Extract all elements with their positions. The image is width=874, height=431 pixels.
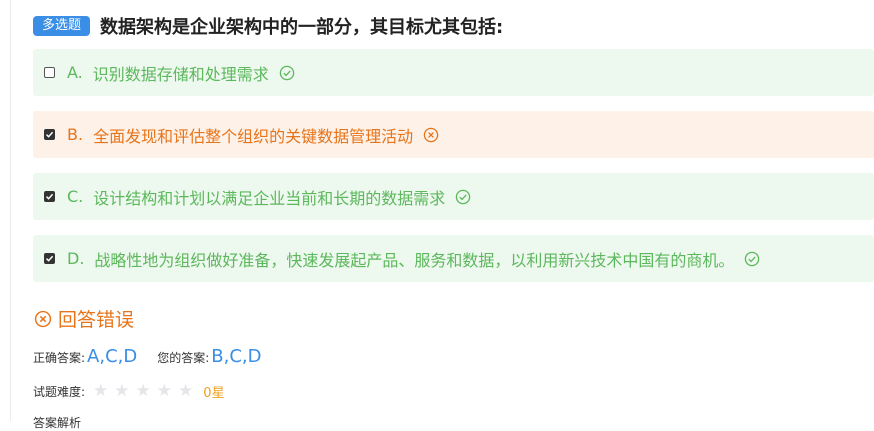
close-circle-icon — [34, 310, 52, 328]
star-icon: ★ — [135, 381, 151, 401]
difficulty-label: 试题难度: — [33, 385, 86, 399]
your-answer-label: 您的答案: — [157, 351, 210, 365]
option-text: 识别数据存储和处理需求 — [92, 64, 269, 84]
option-text: 战略性地为组织做好准备，快速发展起产品、服务和数据，以利用新兴技术中国有的商机。 — [94, 250, 735, 270]
option-a[interactable]: A. 识别数据存储和处理需求 — [33, 49, 874, 96]
option-letter: B. — [67, 125, 84, 144]
question-header: 多选题 数据架构是企业架构中的一部分，其目标尤其包括: — [33, 13, 503, 39]
star-icon: ★ — [93, 381, 109, 401]
difficulty-row: 试题难度: ★ ★ ★ ★ ★ 0星 — [33, 382, 225, 402]
option-b[interactable]: B. 全面发现和评估整个组织的关键数据管理活动 — [33, 111, 874, 158]
option-c[interactable]: C. 设计结构和计划以满足企业当前和长期的数据需求 — [33, 173, 874, 220]
check-circle-icon — [744, 251, 760, 267]
option-text: 全面发现和评估整个组织的关键数据管理活动 — [93, 126, 414, 146]
your-answer-value: B,C,D — [211, 346, 262, 367]
difficulty-stars: ★ ★ ★ ★ ★ — [93, 383, 193, 400]
option-letter: D. — [67, 249, 85, 268]
question-type-badge: 多选题 — [33, 16, 91, 36]
close-circle-icon — [423, 127, 439, 143]
option-d-checkbox[interactable] — [44, 253, 55, 264]
answer-summary: 正确答案: A,C,D 您的答案: B,C,D — [33, 346, 262, 367]
check-circle-icon — [279, 65, 295, 81]
option-letter: C. — [67, 187, 84, 206]
option-text: 设计结构和计划以满足企业当前和长期的数据需求 — [93, 188, 446, 208]
option-b-checkbox[interactable] — [44, 129, 55, 140]
star-icon: ★ — [114, 381, 130, 401]
option-c-checkbox[interactable] — [44, 191, 55, 202]
check-circle-icon — [455, 189, 471, 205]
answer-result: 回答错误 — [34, 305, 134, 332]
option-a-checkbox[interactable] — [44, 67, 55, 78]
result-text: 回答错误 — [58, 309, 135, 331]
option-letter: A. — [67, 63, 83, 82]
difficulty-rating: 0星 — [203, 386, 225, 401]
star-icon: ★ — [178, 381, 194, 401]
correct-answer-value: A,C,D — [87, 346, 138, 367]
star-icon: ★ — [156, 381, 173, 401]
option-d[interactable]: D. 战略性地为组织做好准备，快速发展起产品、服务和数据，以利用新兴技术中国有的… — [33, 235, 874, 282]
correct-answer-label: 正确答案: — [33, 351, 86, 365]
answer-analysis-label: 答案解析 — [33, 416, 82, 430]
left-divider — [10, 0, 11, 421]
question-text: 数据架构是企业架构中的一部分，其目标尤其包括: — [100, 17, 504, 38]
